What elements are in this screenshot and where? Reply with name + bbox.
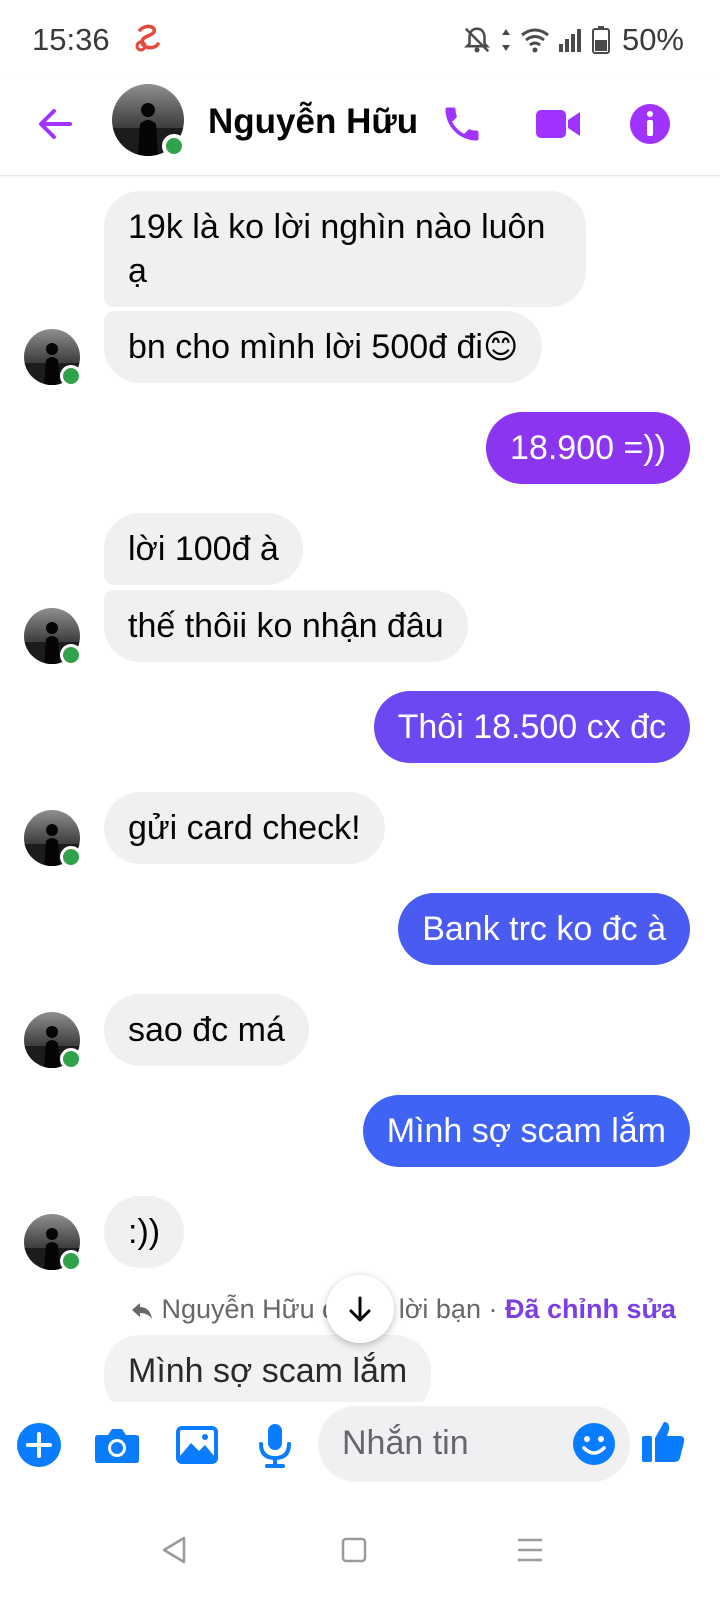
message-bubble-outgoing[interactable]: 18.900 =)) <box>486 412 690 484</box>
message-bubble-outgoing[interactable]: Thôi 18.500 cx đc <box>373 691 690 763</box>
menu-lines-icon <box>518 1538 542 1562</box>
wifi-icon <box>521 28 549 53</box>
message-input[interactable] <box>342 1420 562 1466</box>
video-camera-icon <box>536 110 580 138</box>
smiley-icon[interactable] <box>572 1422 616 1466</box>
camera-button[interactable] <box>92 1420 142 1470</box>
info-button[interactable] <box>622 96 678 152</box>
video-call-button[interactable] <box>530 96 586 152</box>
status-bar: 15:36 50% <box>0 0 720 80</box>
online-indicator <box>60 365 82 387</box>
voice-button[interactable] <box>250 1420 300 1470</box>
conversation-header: Nguyễn Hữu <box>0 80 720 176</box>
arrow-left-icon[interactable] <box>30 98 82 150</box>
nav-recents-button[interactable] <box>508 1528 552 1572</box>
status-icons: 50% <box>462 22 684 58</box>
message-text: 18.900 =)) <box>510 429 666 467</box>
phone-icon <box>445 107 479 141</box>
message-text: thế thôii ko nhận đâu <box>128 607 444 645</box>
message-text: :)) <box>128 1213 161 1251</box>
message-bubble-incoming[interactable]: lời 100đ à <box>104 513 303 585</box>
system-nav-bar <box>0 1498 720 1600</box>
nav-home-button[interactable] <box>332 1528 376 1572</box>
message-text: ạ <box>128 252 147 290</box>
online-indicator <box>60 846 82 868</box>
contact-name[interactable]: Nguyễn Hữu <box>208 102 418 142</box>
message-text: sao đc má <box>128 1011 285 1049</box>
message-bubble-incoming[interactable]: gửi card check! <box>104 792 385 864</box>
message-bubble-outgoing[interactable]: Mình sợ scam lắm <box>362 1095 690 1167</box>
message-input-container[interactable] <box>318 1406 630 1482</box>
arrow-down-icon <box>349 1296 371 1322</box>
like-button[interactable] <box>636 1414 690 1468</box>
message-text: bn cho mình lời 500đ đi😊 <box>128 328 519 366</box>
message-bubble-incoming[interactable]: :)) <box>104 1196 185 1268</box>
message-bubble-incoming[interactable]: sao đc má <box>104 994 309 1066</box>
battery-icon <box>591 26 610 54</box>
microphone-icon <box>259 1424 291 1468</box>
call-button[interactable] <box>434 96 490 152</box>
signal-icon <box>558 29 581 52</box>
message-bubble-incoming[interactable]: thế thôii ko nhận đâu <box>104 590 468 662</box>
info-icon <box>630 104 670 144</box>
plus-circle-icon <box>17 1423 61 1467</box>
message-text: 19k là ko lời nghìn nào luôn <box>128 208 546 246</box>
message-composer <box>0 1402 720 1498</box>
online-indicator <box>60 1250 82 1272</box>
battery-percent: 50% <box>621 22 684 57</box>
app-notification-icon <box>135 24 160 52</box>
square-home-icon <box>341 1537 367 1563</box>
mute-bell-icon <box>463 27 490 53</box>
message-text: gửi card check! <box>128 809 361 847</box>
online-indicator <box>60 644 82 666</box>
reply-arrow-icon <box>132 1302 152 1319</box>
message-text: lời 100đ à <box>128 530 279 568</box>
message-bubble-incoming[interactable]: 19k là ko lời nghìn nào luôn ạ <box>104 191 586 307</box>
message-bubble-incoming[interactable]: bn cho mình lời 500đ đi😊 <box>104 311 543 383</box>
camera-icon <box>95 1429 139 1463</box>
online-indicator <box>162 134 186 158</box>
data-arrows-icon <box>501 29 510 51</box>
reply-info: Nguyễn Hữu đã trả lời bạn · Đã chỉnh sửa <box>130 1294 676 1325</box>
image-icon <box>176 1426 218 1464</box>
message-bubble-outgoing[interactable]: Bank trc ko đc à <box>398 893 690 965</box>
message-text: Mình sợ scam lắm <box>386 1112 666 1150</box>
scroll-to-bottom-button[interactable] <box>326 1275 394 1343</box>
quoted-message-preview[interactable]: Mình sợ scam lắm <box>104 1335 432 1402</box>
message-list[interactable]: 19k là ko lời nghìn nào luôn ạ bn cho mì… <box>0 177 720 1402</box>
status-time: 15:36 <box>32 22 110 57</box>
add-button[interactable] <box>14 1420 64 1470</box>
message-text: Thôi 18.500 cx đc <box>397 708 666 746</box>
edited-label: Đã chỉnh sửa <box>504 1294 677 1324</box>
message-text: Mình sợ scam lắm <box>128 1352 408 1390</box>
nav-back-button[interactable] <box>152 1528 196 1572</box>
gallery-button[interactable] <box>172 1420 222 1470</box>
triangle-back-icon <box>162 1536 186 1564</box>
message-text: Bank trc ko đc à <box>422 910 666 948</box>
thumbs-up-icon <box>642 1422 685 1462</box>
online-indicator <box>60 1048 82 1070</box>
